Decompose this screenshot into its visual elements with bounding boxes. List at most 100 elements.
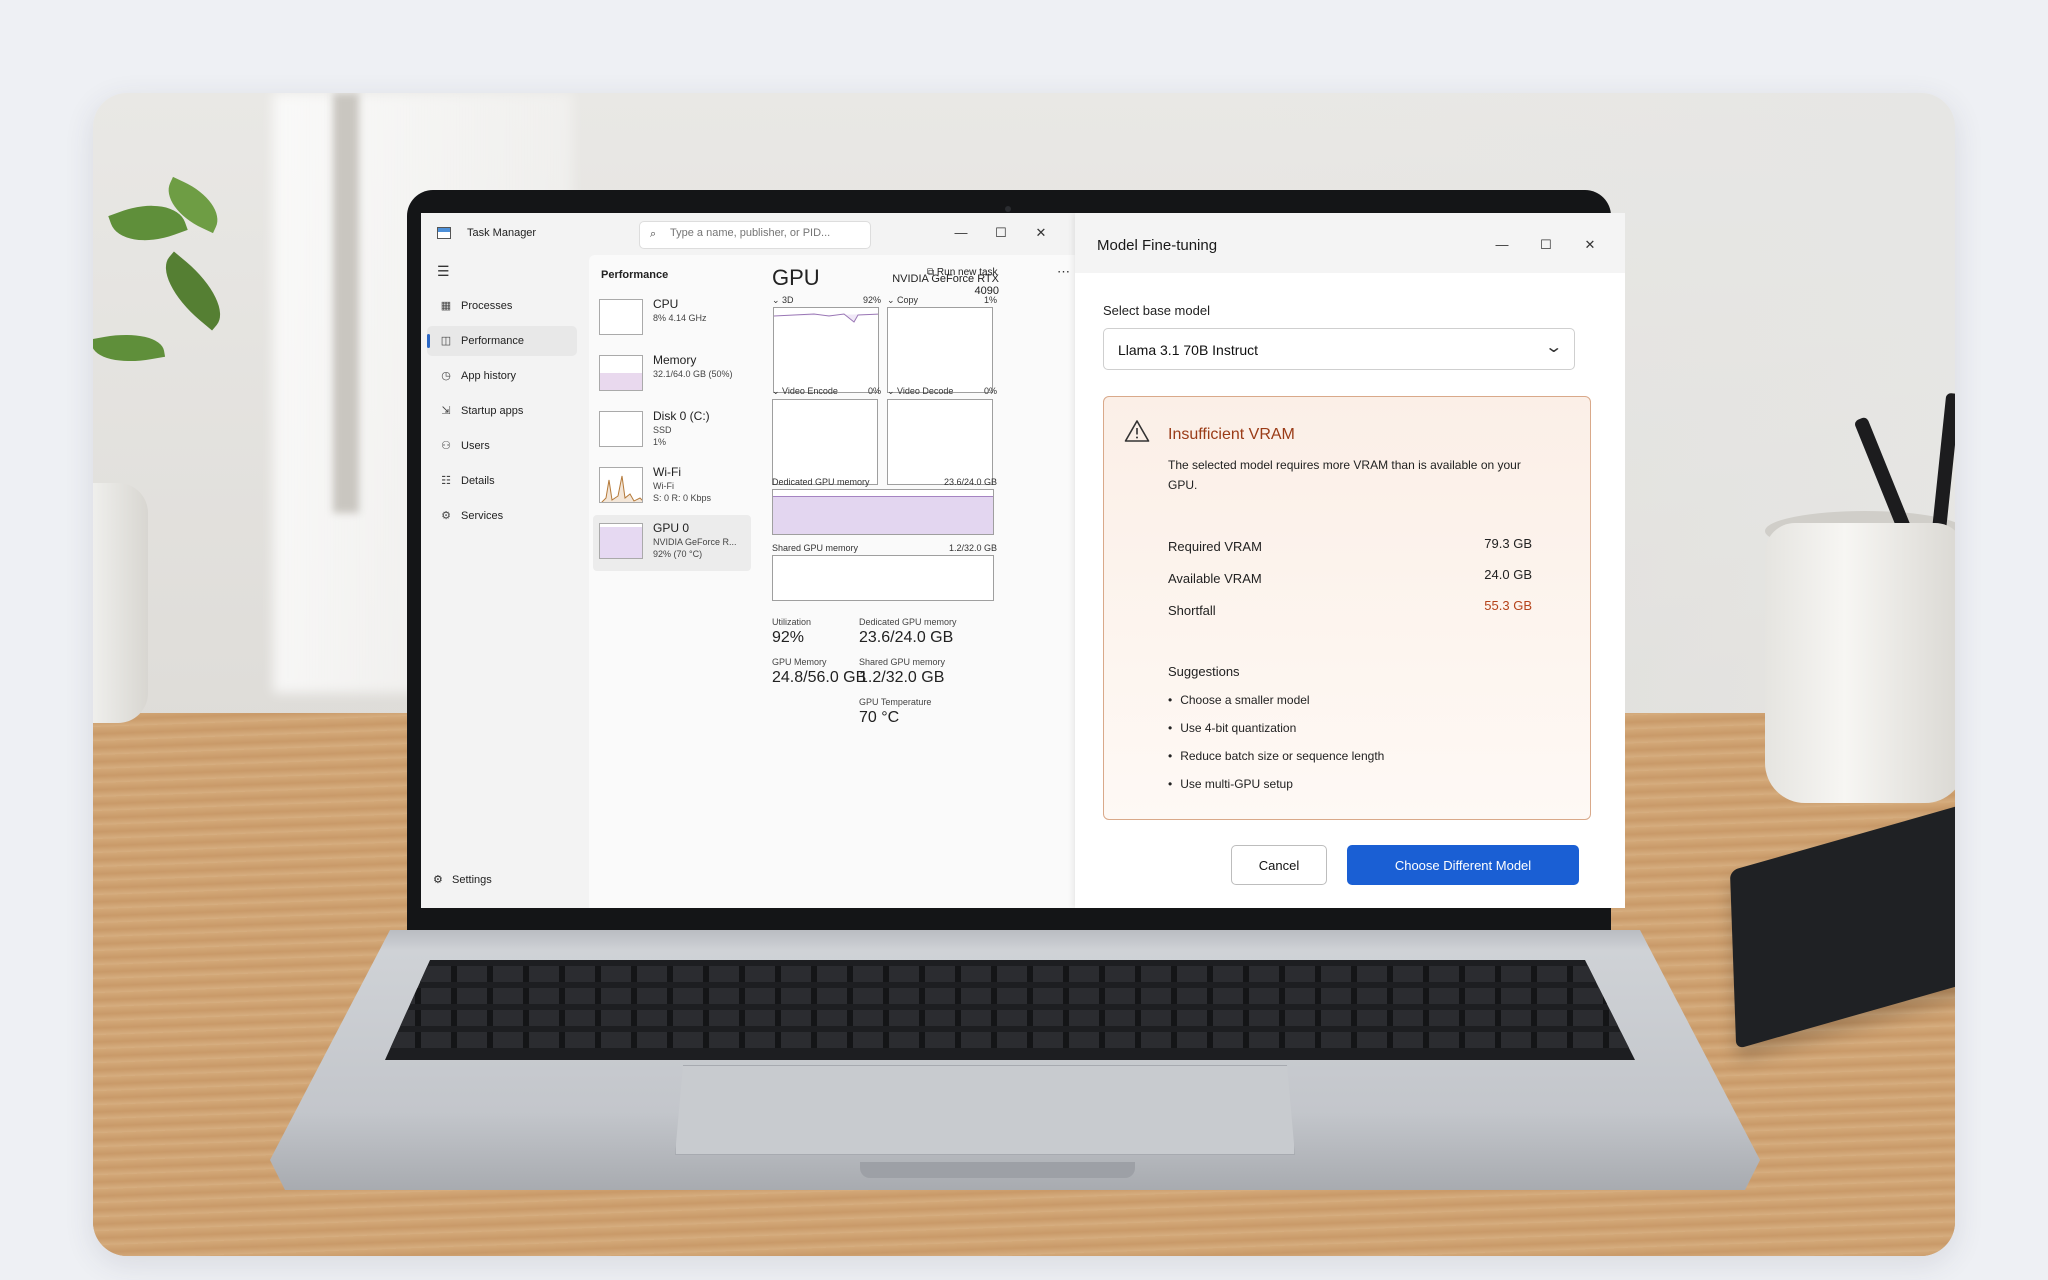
wifi-thumbnail-graph	[599, 467, 643, 503]
memory-thumbnail-graph	[599, 355, 643, 391]
webcam	[1005, 206, 1011, 212]
gpu-memory-value: 24.8/56.0 GB	[772, 669, 867, 686]
shared-stat-value: 1.2/32.0 GB	[859, 669, 945, 686]
sidebar-item-label: Services	[461, 510, 504, 522]
required-vram-value: 79.3 GB	[1484, 536, 1532, 551]
keyboard-row	[385, 1010, 1635, 1026]
keyboard-row	[385, 988, 1635, 1004]
shared-memory-graph	[772, 555, 994, 601]
gpu-model-name: NVIDIA GeForce RTX 4090	[892, 273, 999, 297]
keyboard-row	[385, 966, 1635, 982]
sidebar-item-details[interactable]: ☷ Details	[427, 466, 577, 496]
cancel-button[interactable]: Cancel	[1231, 845, 1327, 885]
hamburger-menu-icon[interactable]: ☰	[437, 263, 450, 280]
more-options-icon[interactable]: ⋯	[1057, 264, 1070, 280]
alert-title: Insufficient VRAM	[1168, 426, 1295, 443]
engine-video-encode-value: 0%	[867, 386, 881, 396]
maximize-button[interactable]: ☐	[987, 221, 1015, 245]
dialog-close-button[interactable]: ✕	[1575, 233, 1605, 257]
task-manager-icon	[437, 227, 451, 239]
sidebar-item-processes[interactable]: ▦ Processes	[427, 291, 577, 321]
insufficient-vram-alert: Insufficient VRAM The selected model req…	[1103, 396, 1591, 820]
dedicated-stat-label: Dedicated GPU memory	[859, 617, 957, 627]
sidebar-item-label: Processes	[461, 300, 513, 312]
shortfall-label: Shortfall	[1168, 603, 1216, 618]
required-vram-label: Required VRAM	[1168, 539, 1262, 554]
services-icon: ⚙	[441, 510, 451, 522]
sidebar-item-app-history[interactable]: ◷ App history	[427, 361, 577, 391]
task-manager-window: Task Manager ⌕ — ☐ ✕ ☰ ▦ Processes ◫ Per…	[421, 213, 1081, 908]
suggestion-item: Use multi-GPU setup	[1168, 777, 1293, 791]
chevron-down-icon: ⌄	[1543, 339, 1563, 356]
sidebar-item-startup-apps[interactable]: ⇲ Startup apps	[427, 396, 577, 426]
laptop-front-notch	[860, 1162, 1135, 1178]
keyboard-row	[385, 1032, 1635, 1048]
details-icon: ☷	[441, 475, 451, 487]
sidebar-item-label: Users	[461, 440, 490, 452]
performance-icon: ◫	[440, 335, 452, 347]
dedicated-memory-label: Dedicated GPU memory	[772, 477, 870, 487]
engine-video-decode-graph	[887, 399, 993, 485]
engine-label: Copy	[897, 295, 919, 305]
device-name: GPU 0	[653, 521, 690, 535]
close-button[interactable]: ✕	[1027, 221, 1055, 245]
sidebar-item-label: App history	[461, 370, 517, 382]
task-manager-sidebar: ☰ ▦ Processes ◫ Performance ◷ App histor…	[421, 255, 581, 908]
history-icon: ◷	[441, 370, 451, 382]
gpu-temperature-label: GPU Temperature	[859, 697, 932, 707]
cpu-thumbnail-graph	[599, 299, 643, 335]
dedicated-stat-value: 23.6/24.0 GB	[859, 629, 954, 646]
minimize-button[interactable]: —	[947, 221, 975, 245]
window-frame	[333, 93, 359, 513]
base-model-dropdown[interactable]: Llama 3.1 70B Instruct ⌄	[1103, 328, 1575, 370]
dialog-maximize-button[interactable]: ☐	[1531, 233, 1561, 257]
sidebar-item-users[interactable]: ⚇ Users	[427, 431, 577, 461]
engine-video-encode-graph	[772, 399, 878, 485]
plant-leaf	[93, 327, 166, 369]
dialog-minimize-button[interactable]: —	[1487, 233, 1517, 257]
engine-video-decode-value: 0%	[983, 386, 997, 396]
suggestions-title: Suggestions	[1168, 664, 1240, 679]
search-icon: ⌕	[650, 228, 657, 240]
device-memory[interactable]: Memory 32.1/64.0 GB (50%)	[593, 347, 751, 403]
engine-copy-graph	[887, 307, 993, 393]
sidebar-item-performance[interactable]: ◫ Performance	[427, 326, 577, 356]
device-detail: NVIDIA GeForce R...	[653, 537, 737, 547]
engine-video-encode-label[interactable]: ⌄ Video Encode	[772, 386, 838, 397]
alert-message: The selected model requires more VRAM th…	[1168, 458, 1521, 492]
device-detail: 92% (70 °C)	[653, 549, 703, 559]
vase	[93, 483, 148, 723]
pen-cup	[1765, 523, 1955, 803]
device-name: CPU	[653, 297, 679, 311]
sidebar-item-label: Details	[461, 475, 495, 487]
engine-copy-label[interactable]: ⌄ Copy	[887, 295, 918, 306]
keyboard	[385, 960, 1635, 1060]
sidebar-item-services[interactable]: ⚙ Services	[427, 501, 577, 531]
device-name: Disk 0 (C:)	[653, 409, 710, 423]
dedicated-memory-graph	[772, 489, 994, 535]
device-detail: Wi-Fi	[653, 481, 674, 491]
selected-model-value: Llama 3.1 70B Instruct	[1118, 342, 1259, 358]
suggestion-item: Choose a smaller model	[1168, 693, 1309, 707]
device-detail: 32.1/64.0 GB (50%)	[653, 369, 733, 379]
device-disk[interactable]: Disk 0 (C:) SSD 1%	[593, 403, 751, 459]
engine-video-decode-label[interactable]: ⌄ Video Decode	[887, 386, 953, 397]
search-input[interactable]	[670, 227, 860, 239]
startup-icon: ⇲	[441, 405, 451, 417]
plant-leaf	[150, 251, 236, 331]
sidebar-item-label: Startup apps	[461, 405, 524, 417]
task-manager-titlebar: Task Manager ⌕ — ☐ ✕	[421, 213, 1081, 255]
laptop-screen: Task Manager ⌕ — ☐ ✕ ☰ ▦ Processes ◫ Per…	[421, 213, 1625, 908]
performance-panel: Performance ⧉ Run new task ⋯ CPU 8% 4.14…	[589, 255, 1081, 908]
device-cpu[interactable]: CPU 8% 4.14 GHz	[593, 291, 751, 347]
settings-item[interactable]: ⚙ Settings	[433, 873, 492, 886]
engine-label: 3D	[782, 295, 794, 305]
gear-icon: ⚙	[433, 874, 443, 886]
search-box[interactable]: ⌕	[639, 221, 871, 249]
engine-3d-label[interactable]: ⌄ 3D	[772, 295, 794, 306]
engine-3d-line	[774, 313, 878, 323]
choose-different-model-button[interactable]: Choose Different Model	[1347, 845, 1579, 885]
device-wifi[interactable]: Wi-Fi Wi-Fi S: 0 R: 0 Kbps	[593, 459, 751, 515]
device-gpu[interactable]: GPU 0 NVIDIA GeForce R... 92% (70 °C)	[593, 515, 751, 571]
device-detail: SSD	[653, 425, 672, 435]
